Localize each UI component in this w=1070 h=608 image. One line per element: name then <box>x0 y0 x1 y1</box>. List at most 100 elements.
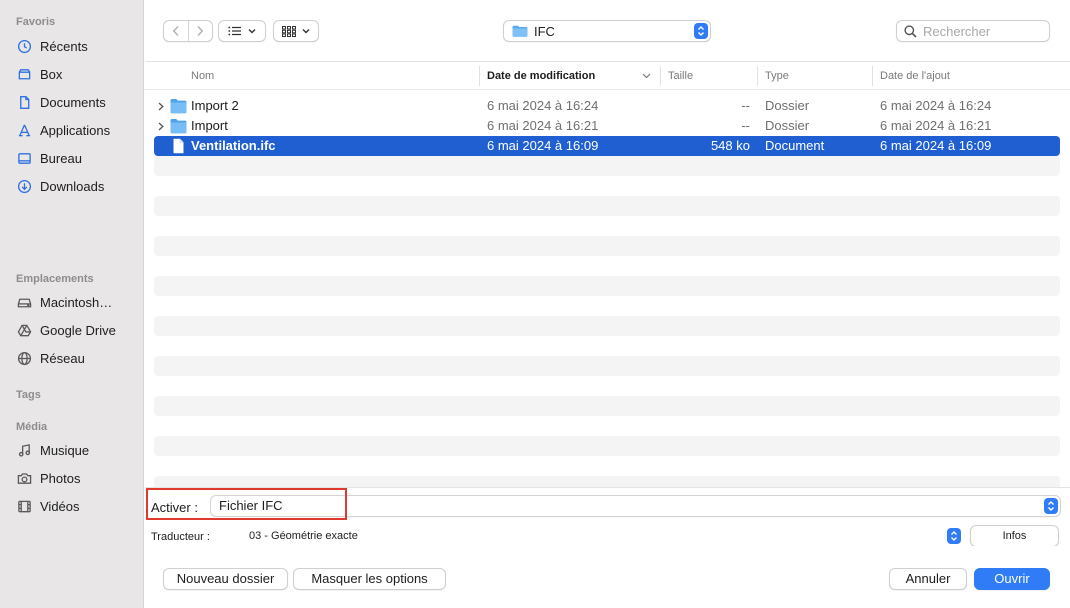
network-icon <box>16 350 32 366</box>
chevron-right-icon <box>197 25 204 37</box>
media-section-title: Média <box>16 421 48 433</box>
search-icon <box>904 24 917 38</box>
desktop-icon <box>16 150 32 166</box>
dialog-footer: Nouveau dossier Masquer les options Annu… <box>145 546 1070 608</box>
sidebar: Favoris Récents Box Documents Applicatio… <box>0 0 144 608</box>
tags-section-title: Tags <box>16 389 41 401</box>
file-added: 6 mai 2024 à 16:21 <box>880 118 992 133</box>
grid-icon <box>282 25 296 37</box>
list-icon <box>228 26 241 36</box>
back-button[interactable] <box>164 21 188 41</box>
sidebar-item-label: Applications <box>40 122 111 138</box>
sidebar-item-videos[interactable]: Vidéos <box>16 495 140 517</box>
column-header-added[interactable]: Date de l'ajout <box>880 62 950 90</box>
document-icon <box>16 94 32 110</box>
column-header-size[interactable]: Taille <box>668 62 693 90</box>
file-size: 548 ko <box>710 138 750 153</box>
column-divider[interactable] <box>757 66 758 86</box>
sidebar-item-label: Google Drive <box>40 322 116 338</box>
document-file-icon <box>173 138 184 154</box>
sidebar-item-label: Macintosh… <box>40 294 113 310</box>
empty-row <box>154 156 1060 176</box>
sidebar-item-macintosh[interactable]: Macintosh… <box>16 291 140 313</box>
sidebar-item-label: Réseau <box>40 350 85 366</box>
file-added: 6 mai 2024 à 16:09 <box>880 138 992 153</box>
file-name: Import <box>191 118 228 133</box>
sidebar-item-network[interactable]: Réseau <box>16 347 140 369</box>
sidebar-item-applications[interactable]: Applications <box>16 119 140 141</box>
sidebar-item-music[interactable]: Musique <box>16 439 140 461</box>
open-button[interactable]: Ouvrir <box>974 568 1050 590</box>
column-header-type[interactable]: Type <box>765 62 789 90</box>
sidebar-item-google-drive[interactable]: Google Drive <box>16 319 140 341</box>
new-folder-button[interactable]: Nouveau dossier <box>163 568 288 590</box>
locations-section-title: Emplacements <box>16 273 94 285</box>
list-view-button[interactable] <box>218 20 266 42</box>
sidebar-item-label: Downloads <box>40 178 105 194</box>
file-size: -- <box>741 98 750 113</box>
column-header-bar: Nom Date de modification Taille Type Dat… <box>145 62 1070 90</box>
chevron-down-icon <box>248 29 256 34</box>
favorites-section-title: Favoris <box>16 16 56 28</box>
table-row[interactable]: Import 6 mai 2024 à 16:21 -- Dossier 6 m… <box>154 116 1060 136</box>
sidebar-item-bureau[interactable]: Bureau <box>16 147 140 169</box>
sidebar-item-label: Vidéos <box>40 498 80 514</box>
sidebar-item-photos[interactable]: Photos <box>16 467 140 489</box>
column-header-modified[interactable]: Date de modification <box>487 62 595 90</box>
empty-row <box>154 396 1060 416</box>
sidebar-item-documents[interactable]: Documents <box>16 91 140 113</box>
group-view-button[interactable] <box>273 20 319 42</box>
sidebar-item-label: Récents <box>40 38 88 54</box>
location-popup[interactable]: IFC <box>503 20 711 42</box>
sidebar-item-recents[interactable]: Récents <box>16 35 140 57</box>
table-row-selected[interactable]: Ventilation.ifc 6 mai 2024 à 16:09 548 k… <box>154 136 1060 156</box>
film-icon <box>16 498 32 514</box>
navigation-group <box>163 20 213 42</box>
sidebar-item-label: Box <box>40 66 63 82</box>
file-name: Ventilation.ifc <box>191 138 276 153</box>
table-row[interactable]: Import 2 6 mai 2024 à 16:24 -- Dossier 6… <box>154 96 1060 116</box>
column-divider[interactable] <box>660 66 661 86</box>
empty-row <box>154 436 1060 456</box>
column-header-name[interactable]: Nom <box>191 62 214 90</box>
toolbar: IFC Rechercher <box>145 0 1070 62</box>
sidebar-item-downloads[interactable]: Downloads <box>16 175 140 197</box>
hide-options-button[interactable]: Masquer les options <box>293 568 446 590</box>
hard-drive-icon <box>16 294 32 310</box>
sidebar-item-label: Bureau <box>40 150 82 166</box>
location-label: IFC <box>534 23 555 39</box>
file-type: Document <box>765 138 825 153</box>
disclosure-chevron-icon[interactable] <box>158 96 164 116</box>
file-modified: 6 mai 2024 à 16:09 <box>487 138 599 153</box>
disclosure-chevron-icon[interactable] <box>158 116 164 136</box>
search-field[interactable]: Rechercher <box>896 20 1050 42</box>
column-divider[interactable] <box>479 66 480 86</box>
highlight-box <box>146 488 347 520</box>
file-type: Dossier <box>765 118 810 133</box>
file-type: Dossier <box>765 98 810 113</box>
file-name: Import 2 <box>191 98 239 113</box>
folder-icon <box>170 99 187 114</box>
column-divider[interactable] <box>872 66 873 86</box>
google-drive-icon <box>16 322 32 338</box>
sidebar-item-label: Photos <box>40 470 81 486</box>
sidebar-item-label: Documents <box>40 94 106 110</box>
info-button[interactable]: Infos <box>970 525 1059 547</box>
search-placeholder: Rechercher <box>923 23 991 39</box>
file-modified: 6 mai 2024 à 16:24 <box>487 98 599 113</box>
folder-icon <box>170 119 187 134</box>
forward-button[interactable] <box>189 21 213 41</box>
empty-row <box>154 196 1060 216</box>
stepper-icon <box>947 528 961 544</box>
chevron-left-icon <box>172 25 179 37</box>
sort-chevron-icon <box>642 73 651 79</box>
translator-value: 03 - Géométrie exacte <box>249 530 358 542</box>
translator-popup[interactable]: 03 - Géométrie exacte <box>240 525 961 547</box>
empty-row <box>154 236 1060 256</box>
file-size: -- <box>741 118 750 133</box>
translator-label: Traducteur : <box>151 531 210 543</box>
sidebar-item-box[interactable]: Box <box>16 63 140 85</box>
applications-icon <box>16 122 32 138</box>
sidebar-item-label: Musique <box>40 442 90 458</box>
cancel-button[interactable]: Annuler <box>889 568 967 590</box>
